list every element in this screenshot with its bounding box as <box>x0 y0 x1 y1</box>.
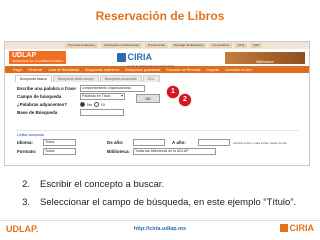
ciria-icon <box>116 53 126 62</box>
top-link-personal[interactable]: Personal Académico <box>65 43 99 48</box>
formato-label: Formato: <box>17 149 37 154</box>
tab-basica[interactable]: Búsqueda básica <box>15 75 52 82</box>
instruction-text: Escribir el concepto a buscar. <box>40 179 165 190</box>
field-label: Campo de búsqueda <box>17 93 62 99</box>
nav-lista-resultados[interactable]: Lista de Resultados <box>49 68 80 72</box>
slide-footer: UDLAP. http://ciria.udlap.mx CIRIA <box>0 220 320 240</box>
slide-title: Reservación de Libros <box>95 9 225 23</box>
de-ano-input[interactable] <box>133 139 165 146</box>
catalog-screenshot: Personal Académico Mi Registro en Biblio… <box>4 41 310 166</box>
marker-badge-1: 1 <box>167 86 179 98</box>
top-link-faq[interactable]: FAQ <box>235 43 248 48</box>
radio-no[interactable] <box>80 101 85 107</box>
footer-url[interactable]: http://ciria.udlap.mx <box>0 226 320 232</box>
a-ano-label: A año: <box>172 140 186 145</box>
instruction-list: 2. Escribir el concepto a buscar. 3. Sel… <box>6 176 316 212</box>
tab-ccl[interactable]: CCL <box>142 75 160 82</box>
udlap-logo[interactable]: UDLAP UNIVERSIDAD DE LAS AMÉRICAS PUEBLA <box>9 51 66 64</box>
concept-input[interactable]: comportamiento organizacional <box>80 84 145 92</box>
brand-row: UDLAP UNIVERSIDAD DE LAS AMÉRICAS PUEBLA… <box>5 47 309 68</box>
idioma-label: Idioma: <box>17 140 34 145</box>
search-button[interactable]: OK <box>136 94 160 103</box>
concept-label: Escribe una palabra o frase <box>17 85 76 91</box>
library-banner: Biblioteca <box>224 51 305 64</box>
nav-buscador-revistas[interactable]: Buscador de Revistas <box>166 68 200 72</box>
instruction-item: 3. Seleccionar el campo de búsqueda, en … <box>6 194 316 212</box>
nav-consultar-libro[interactable]: Consultar el Libro <box>225 68 252 72</box>
nav-busquedas-anteriores[interactable]: Búsquedas anteriores <box>85 68 119 72</box>
tab-avanzada[interactable]: Búsqueda avanzada <box>99 75 142 82</box>
instruction-text: Seleccionar el campo de búsqueda, en est… <box>40 197 297 208</box>
nav-pagar[interactable]: Pagar <box>13 68 22 72</box>
a-ano-input[interactable] <box>198 139 230 146</box>
nav-reservar[interactable]: Reservar <box>28 68 42 72</box>
instruction-number: 3. <box>22 197 30 208</box>
limit-row-2: Formato: Todos Biblioteca: Todas las bib… <box>5 147 309 156</box>
field-select[interactable]: Palabras en Título <box>80 92 125 100</box>
radio-yes[interactable] <box>94 101 100 107</box>
base-select[interactable] <box>80 108 124 116</box>
ciria-logo-text: CIRIA <box>127 52 153 62</box>
year-note: escriba el año / para limitar usarlo la … <box>233 140 288 145</box>
main-nav: Pagar Reservar Lista de Resultados Búsqu… <box>5 66 309 73</box>
radio-no-label: No <box>87 101 93 107</box>
nav-carpeta[interactable]: Carpeta <box>206 68 218 72</box>
limit-row-1: Idioma: Todos De año: A año: escriba el … <box>5 138 309 147</box>
footer-ciria-text: CIRIA <box>289 223 315 233</box>
footer-divider <box>0 220 320 221</box>
udlap-logo-text: UDLAP <box>12 52 37 59</box>
divider <box>15 130 299 131</box>
base-label: Base de Búsqueda <box>17 109 58 115</box>
udlap-logo-sub: UNIVERSIDAD DE LAS AMÉRICAS PUEBLA <box>12 60 63 63</box>
ciria-mark-icon <box>279 224 288 232</box>
footer-ciria-logo: CIRIA <box>279 223 315 233</box>
top-link-comentarios[interactable]: Comentarios <box>209 43 233 48</box>
instruction-item: 2. Escribir el concepto a buscar. <box>6 176 316 194</box>
top-link-salir[interactable]: Salir <box>250 43 263 48</box>
basic-search-form: Escribe una palabra o frase comportamien… <box>5 82 309 128</box>
biblioteca-label: Biblioteca: <box>107 149 131 154</box>
search-tabs: Búsqueda básica Búsqueda Multi-campo Bús… <box>5 73 309 82</box>
marker-badge-2: 2 <box>179 94 191 106</box>
adjacent-label: ¿Palabras adyacentes? <box>17 101 68 107</box>
instruction-number: 2. <box>22 179 30 190</box>
radio-yes-label: Sí <box>101 101 105 107</box>
biblioteca-select[interactable]: Todas las bibliotecas de la UDLAP <box>133 148 216 155</box>
formato-select[interactable]: Todos <box>43 148 76 155</box>
top-link-mensaje[interactable]: Mensaje de Biblioteca <box>170 43 207 48</box>
tab-multicampo[interactable]: Búsqueda Multi-campo <box>52 75 99 82</box>
de-ano-label: De año: <box>107 140 124 145</box>
idioma-select[interactable]: Todos <box>43 139 76 146</box>
nav-busquedas-guardadas[interactable]: Búsquedas guardadas <box>125 68 160 72</box>
ciria-logo[interactable]: CIRIA Centro de Información para el Apre… <box>116 47 174 68</box>
